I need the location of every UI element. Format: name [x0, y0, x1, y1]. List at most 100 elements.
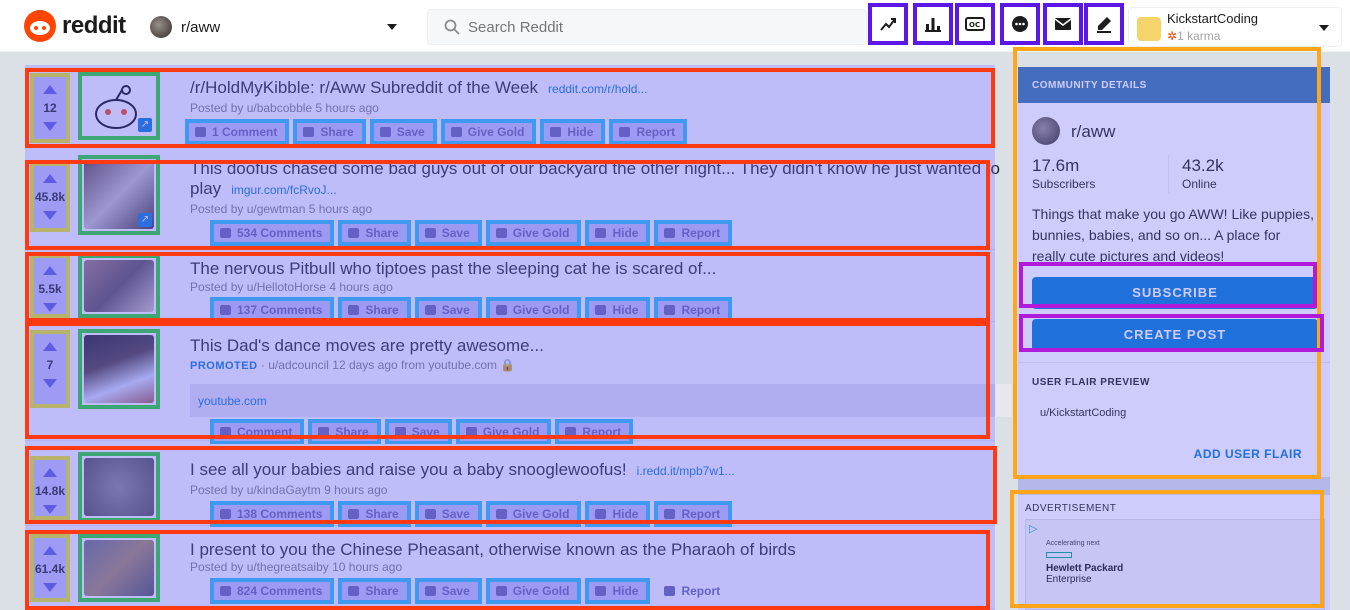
downvote-icon[interactable]	[43, 505, 57, 514]
downvote-icon[interactable]	[43, 211, 57, 220]
report-button[interactable]: Report	[555, 419, 634, 445]
hide-button[interactable]: Hide	[540, 119, 606, 145]
give-gold-button[interactable]: Give Gold	[485, 501, 582, 527]
hide-icon	[550, 127, 562, 137]
post-link[interactable]: i.redd.it/mpb7w1...	[637, 464, 735, 478]
ad-banner[interactable]: ▷ Accelerating next Hewlett Packard Ente…	[1025, 519, 1325, 610]
report-button[interactable]: Report	[654, 501, 733, 527]
hide-icon	[595, 228, 607, 238]
post-title[interactable]: I see all your babies and raise you a ba…	[190, 460, 735, 480]
save-button[interactable]: Save	[414, 297, 482, 323]
report-button[interactable]: Report	[609, 119, 688, 145]
save-button[interactable]: Save	[414, 578, 482, 604]
create-post-button[interactable]: CREATE POST	[1032, 319, 1318, 351]
comments-button[interactable]: 534 Comments	[210, 220, 335, 246]
share-button[interactable]: Share	[338, 578, 411, 604]
post-title[interactable]: This Dad's dance moves are pretty awesom…	[190, 336, 544, 356]
give-gold-button[interactable]: Give Gold	[485, 578, 582, 604]
post-card[interactable]: 14.8k I see all your babies and raise yo…	[25, 444, 995, 527]
promoted-post-card[interactable]: 7 This Dad's dance moves are pretty awes…	[25, 324, 1012, 445]
vote-widget: 61.4k	[30, 534, 70, 602]
post-title[interactable]: /r/HoldMyKibble: r/Aww Subreddit of the …	[190, 78, 647, 98]
ad-label: ADVERTISEMENT	[1025, 503, 1117, 514]
give-gold-button[interactable]: Give Gold	[455, 419, 552, 445]
upvote-icon[interactable]	[43, 85, 57, 94]
trending-icon[interactable]	[868, 3, 908, 45]
share-button[interactable]: Share	[338, 501, 411, 527]
comments-button[interactable]: 137 Comments	[210, 297, 335, 323]
captions-icon[interactable]: OC	[955, 3, 995, 45]
comments-button[interactable]: 138 Comments	[210, 501, 335, 527]
report-button[interactable]: Report	[654, 578, 732, 604]
give-gold-button[interactable]: Give Gold	[485, 220, 582, 246]
save-button[interactable]: Save	[369, 119, 437, 145]
upvote-icon[interactable]	[43, 468, 57, 477]
downvote-icon[interactable]	[43, 122, 57, 131]
post-link[interactable]: reddit.com/r/hold...	[548, 82, 647, 96]
subreddit-switcher[interactable]: r/aww	[150, 14, 405, 40]
downvote-icon[interactable]	[43, 303, 57, 312]
save-button[interactable]: Save	[414, 220, 482, 246]
search-bar[interactable]	[427, 9, 867, 45]
post-thumbnail[interactable]: ↗	[78, 72, 160, 140]
hide-button[interactable]: Hide	[585, 578, 651, 604]
post-title[interactable]: The nervous Pitbull who tiptoes past the…	[190, 259, 716, 279]
post-title[interactable]: This doofus chased some bad guys out of …	[190, 159, 1000, 179]
user-avatar	[1137, 17, 1161, 41]
upvote-icon[interactable]	[43, 546, 57, 555]
share-button[interactable]: Share	[293, 119, 366, 145]
gold-icon	[495, 228, 507, 238]
share-button[interactable]: Share	[308, 419, 381, 445]
hide-button[interactable]: Hide	[585, 297, 651, 323]
stats-icon[interactable]	[913, 3, 953, 45]
post-card[interactable]: 45.8k ↗ This doofus chased some bad guys…	[25, 150, 1000, 250]
comments-button[interactable]: Comment	[210, 419, 305, 445]
chat-icon[interactable]	[1000, 3, 1040, 45]
flag-icon	[565, 427, 577, 437]
post-thumbnail[interactable]	[78, 452, 160, 522]
reddit-logo[interactable]: reddit	[24, 10, 126, 42]
mail-icon[interactable]	[1043, 3, 1083, 45]
post-thumbnail[interactable]	[78, 254, 160, 318]
upvote-icon[interactable]	[43, 266, 57, 275]
share-button[interactable]: Share	[338, 220, 411, 246]
comments-button[interactable]: 824 Comments	[210, 578, 335, 604]
post-thumbnail[interactable]	[78, 534, 160, 602]
search-input[interactable]	[468, 18, 848, 36]
save-button[interactable]: Save	[384, 419, 452, 445]
user-menu[interactable]: KickstartCoding ✲1 karma	[1128, 7, 1342, 47]
post-card[interactable]: 61.4k I present to you the Chinese Pheas…	[25, 528, 995, 610]
advertisement-card: ADVERTISEMENT ▷ Accelerating next Hewlet…	[1018, 495, 1330, 610]
save-button[interactable]: Save	[414, 501, 482, 527]
downvote-icon[interactable]	[43, 583, 57, 592]
community-name[interactable]: r/aww	[1071, 122, 1115, 142]
give-gold-button[interactable]: Give Gold	[440, 119, 537, 145]
flag-icon	[664, 305, 676, 315]
post-card[interactable]: 12 ↗ /r/HoldMyKibble: r/Aww Subreddit of…	[25, 68, 995, 148]
downvote-icon[interactable]	[43, 379, 57, 388]
promo-link[interactable]: youtube.com	[190, 384, 1012, 417]
upvote-icon[interactable]	[43, 174, 57, 183]
post-title-continued[interactable]: play imgur.com/fcRvoJ...	[190, 179, 337, 199]
chevron-down-icon	[1319, 25, 1329, 31]
give-gold-button[interactable]: Give Gold	[485, 297, 582, 323]
subscriber-count: 17.6m	[1032, 156, 1080, 175]
share-button[interactable]: Share	[338, 297, 411, 323]
report-button[interactable]: Report	[654, 220, 733, 246]
hide-button[interactable]: Hide	[585, 220, 651, 246]
subscribe-button[interactable]: SUBSCRIBE	[1032, 277, 1318, 309]
ad-choices-icon[interactable]: ▷	[1029, 522, 1037, 535]
report-button[interactable]: Report	[654, 297, 733, 323]
hide-button[interactable]: Hide	[585, 501, 651, 527]
add-user-flair-button[interactable]: ADD USER FLAIR	[1194, 447, 1302, 461]
vote-score: 14.8k	[34, 484, 66, 498]
comments-button[interactable]: 1 Comment	[185, 119, 290, 145]
save-icon	[424, 228, 436, 238]
pencil-icon[interactable]	[1084, 3, 1124, 45]
post-thumbnail[interactable]: ↗	[78, 155, 160, 235]
post-thumbnail[interactable]	[78, 329, 160, 409]
post-title[interactable]: I present to you the Chinese Pheasant, o…	[190, 540, 796, 560]
post-card[interactable]: 5.5k The nervous Pitbull who tiptoes pas…	[25, 252, 995, 323]
post-link[interactable]: imgur.com/fcRvoJ...	[231, 183, 336, 197]
upvote-icon[interactable]	[43, 342, 57, 351]
